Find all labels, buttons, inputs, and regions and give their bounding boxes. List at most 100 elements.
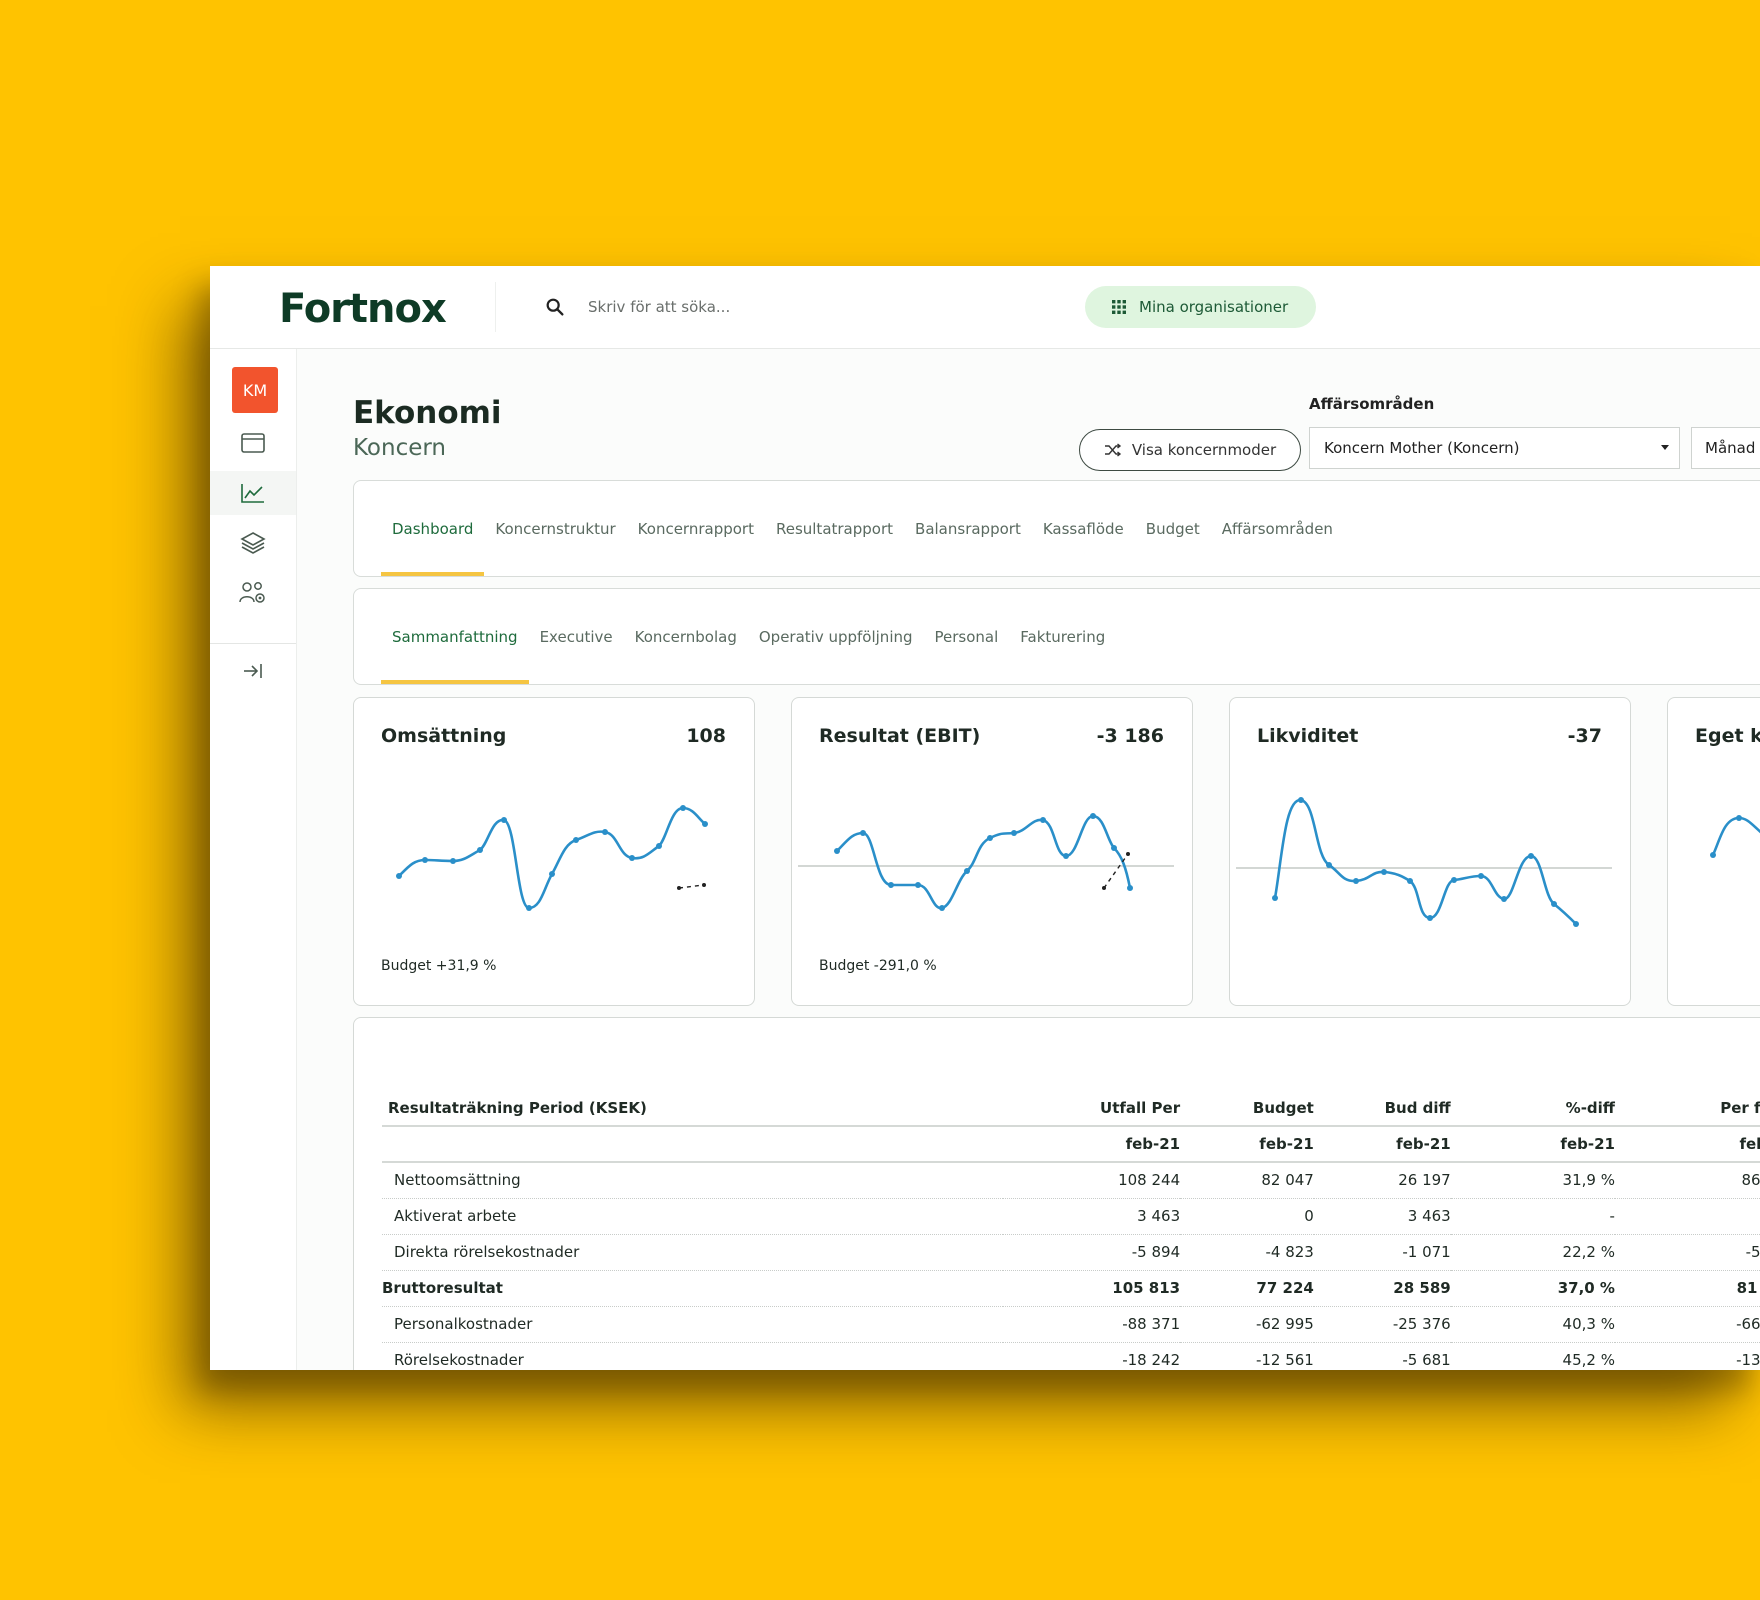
tab-budget[interactable]: Budget (1135, 481, 1211, 576)
user-avatar[interactable]: KM (232, 367, 278, 413)
period-header: feb-21 (1450, 1126, 1615, 1163)
cell: 3 463 (1003, 1198, 1181, 1235)
tab-dashboard[interactable]: Dashboard (381, 481, 485, 576)
kpi-title: Likviditet (1257, 725, 1359, 747)
caret-down-icon (1661, 445, 1669, 450)
subtab-operativ-uppfoljning[interactable]: Operativ uppföljning (748, 589, 924, 684)
period-header: feb-21 (1180, 1126, 1314, 1163)
subtab-sammanfattning[interactable]: Sammanfattning (381, 589, 529, 684)
cell: -18 242 (1003, 1342, 1181, 1370)
show-group-parent-label: Visa koncernmoder (1131, 441, 1277, 459)
column-header[interactable]: %-diff (1450, 1090, 1615, 1127)
cell: -88 371 (1003, 1306, 1181, 1343)
cell: -4 823 (1180, 1234, 1314, 1271)
arrow-right-bar-icon (244, 664, 262, 678)
main-content: Ekonomi Koncern Visa koncernmoder Affärs… (297, 349, 1760, 1370)
cell: -12 561 (1180, 1342, 1314, 1370)
cell: 45,2 % (1450, 1342, 1615, 1370)
kpi-value: -3 186 (1096, 725, 1164, 747)
cell: -5 681 (1313, 1342, 1451, 1370)
search-icon[interactable] (544, 296, 566, 318)
tab-kassaflode[interactable]: Kassaflöde (1032, 481, 1135, 576)
kpi-card-liquidity[interactable]: Likviditet -37 (1229, 697, 1631, 1006)
table-row[interactable]: Direkta rörelsekostnader -5 894 -4 823 -… (382, 1234, 1760, 1271)
sidebar-item-window[interactable] (210, 421, 296, 465)
cell: 0 (1180, 1198, 1314, 1235)
subtab-executive[interactable]: Executive (529, 589, 624, 684)
revenue-sparkline (396, 805, 708, 911)
cell: -62 995 (1180, 1306, 1314, 1343)
sidebar-item-analytics[interactable] (210, 471, 296, 515)
table-row[interactable]: Rörelsekostnader -18 242 -12 561 -5 681 … (382, 1342, 1760, 1370)
column-header[interactable]: Bud diff (1313, 1090, 1451, 1127)
row-label: Bruttoresultat (382, 1270, 1004, 1307)
cell: 108 244 (1003, 1162, 1181, 1199)
kpi-card-equity[interactable]: Eget ka (1667, 697, 1760, 1006)
my-organisations-button[interactable]: Mina organisationer (1085, 286, 1316, 328)
tab-koncernstruktur[interactable]: Koncernstruktur (484, 481, 626, 576)
row-label: Aktiverat arbete (382, 1198, 1004, 1235)
cell: 28 589 (1313, 1270, 1451, 1307)
cell: 22,2 % (1450, 1234, 1615, 1271)
cell: 77 224 (1180, 1270, 1314, 1307)
liquidity-sparkline (1236, 797, 1612, 927)
show-group-parent-button[interactable]: Visa koncernmoder (1079, 429, 1301, 471)
table-row-subtotal[interactable]: Bruttoresultat 105 813 77 224 28 589 37,… (382, 1270, 1760, 1307)
my-organisations-label: Mina organisationer (1139, 298, 1289, 316)
cell: 0 (1614, 1198, 1760, 1235)
cell: 82 047 (1180, 1162, 1314, 1199)
subtab-fakturering[interactable]: Fakturering (1009, 589, 1116, 684)
income-statement-table: Resultaträkning Period (KSEK) Utfall Per… (382, 1090, 1760, 1370)
kpi-card-revenue[interactable]: Omsättning 108 Budget +31,9 % (353, 697, 755, 1006)
fortnox-logo[interactable]: Fortnox (279, 286, 447, 332)
page-subtitle: Koncern (353, 435, 447, 461)
kpi-budget: Budget +31,9 % (381, 958, 497, 974)
sidebar-item-layers[interactable] (210, 521, 296, 565)
table-row[interactable]: Aktiverat arbete 3 463 0 3 463 - 0 (382, 1198, 1760, 1235)
app-window: Fortnox Mina organisationer KM (210, 266, 1760, 1370)
period-header: feb-21 (1003, 1126, 1181, 1163)
grid-icon (1112, 300, 1126, 314)
sidebar-divider (210, 643, 296, 644)
table-row[interactable]: Nettoomsättning 108 244 82 047 26 197 31… (382, 1162, 1760, 1199)
business-area-select[interactable]: Koncern Mother (Koncern) (1309, 427, 1680, 469)
column-header[interactable]: Budget (1180, 1090, 1314, 1127)
kpi-title: Omsättning (381, 725, 507, 747)
main-tab-bar: Dashboard Koncernstruktur Koncernrapport… (353, 480, 1760, 577)
shuffle-icon (1104, 443, 1121, 457)
subtab-personal[interactable]: Personal (924, 589, 1010, 684)
page-title: Ekonomi (353, 395, 502, 431)
table-row[interactable]: Personalkostnader -88 371 -62 995 -25 37… (382, 1306, 1760, 1343)
cell: 31,9 % (1450, 1162, 1615, 1199)
kpi-title: Eget ka (1695, 725, 1760, 747)
kpi-title: Resultat (EBIT) (819, 725, 981, 747)
kpi-card-ebit[interactable]: Resultat (EBIT) -3 186 Budget -291,0 % (791, 697, 1193, 1006)
column-header[interactable]: Utfall Per (1003, 1090, 1181, 1127)
business-area-selected: Koncern Mother (Koncern) (1324, 439, 1520, 457)
subtab-koncernbolag[interactable]: Koncernbolag (624, 589, 748, 684)
line-chart-icon (241, 484, 264, 503)
logo-divider (495, 282, 496, 332)
row-label: Nettoomsättning (382, 1162, 1004, 1199)
tab-koncernrapport[interactable]: Koncernrapport (627, 481, 765, 576)
kpi-value: -37 (1567, 725, 1602, 747)
cell: 3 463 (1313, 1198, 1451, 1235)
sidebar-collapse-toggle[interactable] (210, 649, 296, 693)
tab-resultatrapport[interactable]: Resultatrapport (765, 481, 904, 576)
tab-affarsomraden[interactable]: Affärsområden (1211, 481, 1344, 576)
period-header: feb-20 (1614, 1126, 1760, 1163)
sidebar-item-users[interactable] (210, 571, 296, 615)
column-header[interactable]: Per fg år (1614, 1090, 1760, 1127)
cell: - (1450, 1198, 1615, 1235)
cell: 81 288 (1614, 1270, 1760, 1307)
income-statement-panel: Resultaträkning Period (KSEK) Utfall Per… (353, 1017, 1760, 1370)
period-header: feb-21 (1313, 1126, 1451, 1163)
cell: -1 071 (1313, 1234, 1451, 1271)
period-select[interactable]: Månad (1691, 427, 1760, 469)
search-input[interactable] (588, 292, 968, 322)
tab-balansrapport[interactable]: Balansrapport (904, 481, 1032, 576)
sub-tab-bar: Sammanfattning Executive Koncernbolag Op… (353, 588, 1760, 685)
row-label: Rörelsekostnader (382, 1342, 1004, 1370)
business-areas-label: Affärsområden (1309, 395, 1435, 413)
browser-window-icon (241, 433, 265, 453)
